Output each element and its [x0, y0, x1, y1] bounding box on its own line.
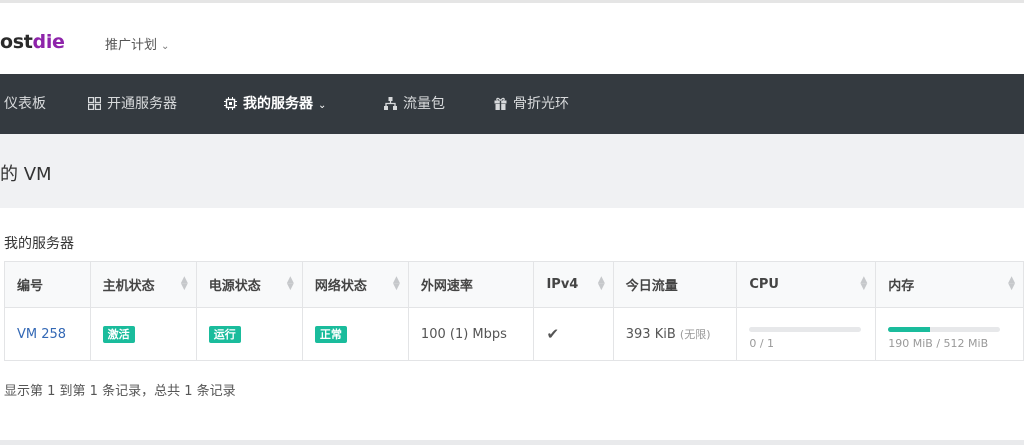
- vm-link[interactable]: VM 258: [17, 327, 66, 342]
- memory-usage-text: 190 MiB / 512 MiB: [888, 337, 989, 350]
- cell-cpu: 0 / 1: [736, 307, 877, 361]
- sort-icon: ▲ ▼: [393, 275, 400, 292]
- sort-icon: ▲ ▼: [597, 275, 605, 292]
- cpu-usage-text: 0 / 1: [749, 337, 775, 350]
- promo-plan-menu[interactable]: 推广计划 ⌄: [105, 34, 169, 53]
- cell-id: VM 258: [4, 307, 91, 361]
- sort-icon: ▲ ▼: [180, 275, 188, 292]
- cell-power-status: 运行: [195, 307, 303, 361]
- nav-item-open-server[interactable]: 开通服务器: [88, 74, 177, 134]
- memory-progress-fill: [888, 327, 930, 332]
- logo-text-part1: ost: [0, 31, 33, 53]
- cell-host-status: 激活: [89, 307, 197, 361]
- chevron-down-icon: ⌄: [161, 41, 170, 52]
- cell-memory: 190 MiB / 512 MiB: [875, 307, 1024, 361]
- panel-title: 我的服务器: [4, 236, 74, 252]
- cell-traffic: 393 KiB (无限): [612, 307, 738, 361]
- bottom-strip: [0, 440, 1024, 445]
- memory-progress-bar: [888, 327, 1001, 332]
- grid-icon: [88, 97, 101, 110]
- cell-ipv4: ✔: [533, 307, 614, 361]
- nav-item-my-servers[interactable]: 我的服务器 ⌄: [224, 74, 326, 134]
- nav-item-label: 骨折光环: [513, 96, 569, 112]
- traffic-value: 393 KiB: [625, 327, 676, 342]
- chevron-down-icon: ⌄: [318, 100, 327, 111]
- promo-plan-label: 推广计划: [105, 38, 158, 53]
- top-bar: ostdie 推广计划 ⌄: [0, 0, 1024, 74]
- column-header-host-status[interactable]: 主机状态 ▲ ▼: [89, 261, 197, 308]
- column-header-power-status[interactable]: 电源状态 ▲ ▼: [195, 261, 303, 308]
- nav-item-promo-offers[interactable]: 骨折光环: [494, 74, 569, 134]
- nav-item-label: 仪表板: [4, 96, 46, 112]
- column-header-cpu[interactable]: CPU ▲ ▼: [736, 261, 877, 308]
- sort-icon: ▲ ▼: [860, 275, 868, 292]
- nav-item-label: 开通服务器: [107, 96, 177, 112]
- traffic-note: (无限): [679, 328, 711, 341]
- page-title: 的 VM: [0, 164, 52, 185]
- column-header-network-status[interactable]: 网络状态 ▲ ▼: [301, 261, 409, 308]
- column-header-memory[interactable]: 内存 ▲ ▼: [875, 261, 1024, 308]
- main-nav: 仪表板 开通服务器 我的服务器 ⌄ 流量包 骨折光环: [0, 74, 1024, 134]
- column-header-ipv4[interactable]: IPv4 ▲ ▼: [533, 261, 614, 308]
- check-icon: ✔: [546, 325, 560, 343]
- status-badge: 激活: [102, 325, 135, 343]
- table-header-row: 编号 主机状态 ▲ ▼ 电源状态 ▲ ▼ 网络状态 ▲ ▼ 外网速率 IPv4 ▲ ▼ 今日流量…: [4, 261, 1024, 308]
- sitemap-icon: [384, 97, 397, 110]
- nav-item-dashboard[interactable]: 仪表板: [4, 74, 46, 134]
- logo-text-part2: die: [32, 31, 65, 53]
- servers-table: 编号 主机状态 ▲ ▼ 电源状态 ▲ ▼ 网络状态 ▲ ▼ 外网速率 IPv4 ▲ ▼ 今日流量…: [4, 261, 1024, 361]
- page-header: 的 VM: [0, 134, 1024, 208]
- nav-item-label: 流量包: [403, 96, 445, 112]
- servers-panel: 我的服务器 编号 主机状态 ▲ ▼ 电源状态 ▲ ▼ 网络状态 ▲ ▼ 外网速率 IPv4 ▲…: [0, 208, 1024, 440]
- cpu-icon: [224, 97, 237, 110]
- cell-network-status: 正常: [301, 307, 409, 361]
- status-badge: 运行: [208, 325, 241, 343]
- cpu-progress-bar: [749, 327, 862, 332]
- brand-logo[interactable]: ostdie: [0, 31, 65, 53]
- column-header-bandwidth[interactable]: 外网速率: [407, 261, 535, 308]
- table-footer-info: 显示第 1 到第 1 条记录，总共 1 条记录: [4, 384, 236, 399]
- column-header-id[interactable]: 编号: [4, 261, 91, 308]
- cell-bandwidth: 100 (1) Mbps: [407, 307, 535, 361]
- status-badge: 正常: [314, 325, 347, 343]
- nav-item-label: 我的服务器: [243, 96, 313, 112]
- column-header-traffic[interactable]: 今日流量: [612, 261, 738, 308]
- sort-icon: ▲ ▼: [286, 275, 294, 292]
- table-row[interactable]: VM 258 激活 运行 正常 100 (1) Mbps ✔ 393 KiB (…: [4, 307, 1024, 361]
- gift-icon: [494, 97, 507, 110]
- sort-icon: ▲ ▼: [1008, 275, 1015, 292]
- nav-item-traffic-pack[interactable]: 流量包: [384, 74, 445, 134]
